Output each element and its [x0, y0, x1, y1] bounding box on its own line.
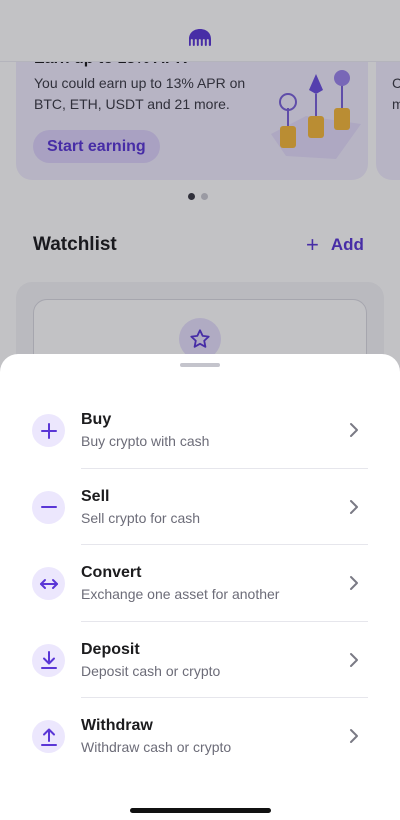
action-deposit[interactable]: Deposit Deposit cash or crypto: [0, 622, 400, 698]
action-subtitle: Exchange one asset for another: [81, 586, 280, 602]
chevron-right-icon: [350, 652, 358, 667]
action-convert[interactable]: Convert Exchange one asset for another: [0, 545, 400, 622]
action-subtitle: Buy crypto with cash: [81, 433, 210, 449]
minus-icon: [32, 490, 65, 524]
chevron-right-icon: [350, 423, 358, 437]
download-icon: [32, 643, 65, 677]
action-title: Convert: [81, 564, 142, 581]
action-title: Buy: [81, 411, 112, 428]
chevron-right-icon: [350, 499, 358, 514]
action-subtitle: Withdraw cash or crypto: [81, 739, 232, 755]
action-subtitle: Deposit cash or crypto: [81, 662, 221, 679]
action-withdraw[interactable]: Withdraw Withdraw cash or crypto: [0, 698, 400, 775]
sheet-grabber[interactable]: [180, 363, 220, 367]
actions-bottom-sheet: Buy Buy crypto with cash Sell Sell crypt…: [0, 354, 400, 820]
action-sell[interactable]: Sell Sell crypto for cash: [0, 469, 400, 545]
plus-icon: [32, 414, 65, 447]
action-list: Buy Buy crypto with cash Sell Sell crypt…: [0, 392, 400, 775]
home-indicator[interactable]: [130, 808, 271, 813]
action-title: Deposit: [81, 640, 140, 658]
convert-arrows-icon: [32, 567, 65, 600]
action-subtitle: Sell crypto for cash: [81, 509, 201, 526]
upload-icon: [32, 720, 65, 753]
action-title: Withdraw: [81, 717, 153, 734]
chevron-right-icon: [350, 576, 358, 590]
action-buy[interactable]: Buy Buy crypto with cash: [0, 392, 400, 469]
action-title: Sell: [81, 487, 110, 505]
chevron-right-icon: [350, 729, 358, 743]
